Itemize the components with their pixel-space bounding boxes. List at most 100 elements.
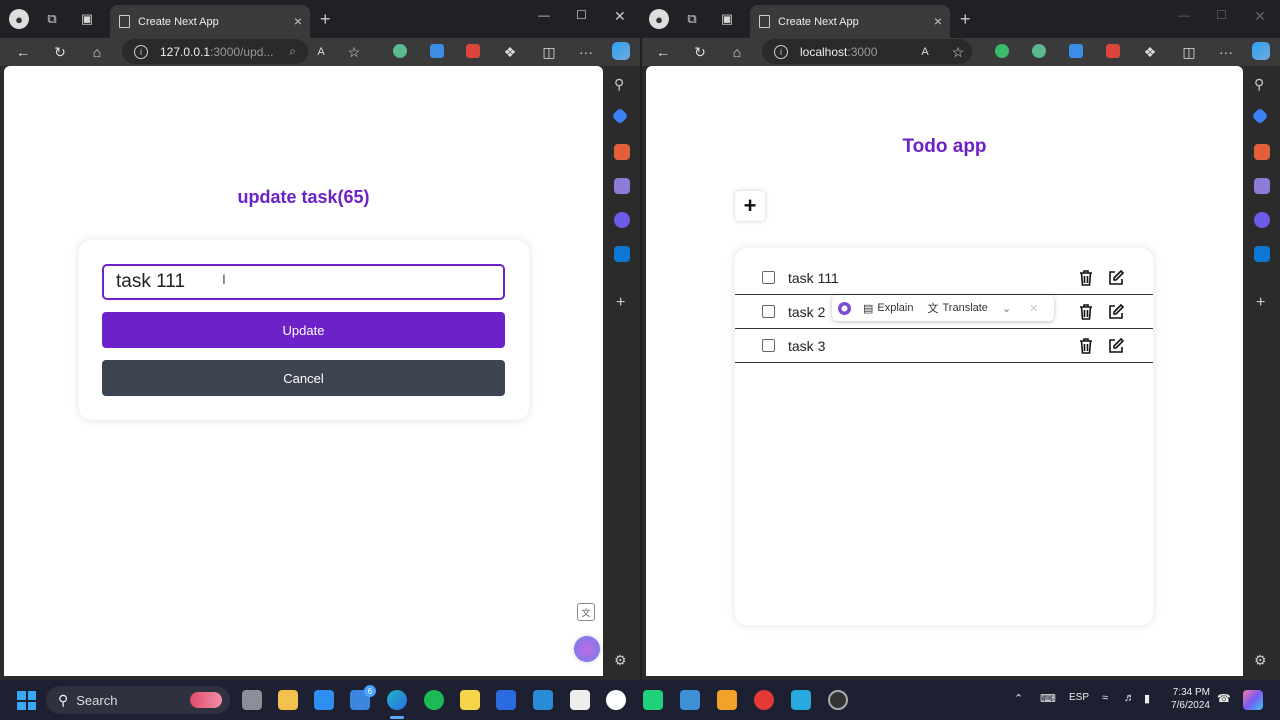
refresh-icon[interactable]: ↻ — [690, 42, 710, 62]
update-button[interactable]: Update — [102, 312, 505, 348]
trash-icon[interactable] — [1077, 303, 1095, 321]
minimize-button[interactable]: — — [1178, 8, 1190, 22]
battery-icon[interactable]: ▮ — [1144, 692, 1150, 705]
outlook-icon[interactable] — [1254, 246, 1270, 262]
extension-icon[interactable] — [430, 44, 444, 58]
sublime-icon[interactable] — [717, 690, 737, 710]
trash-icon[interactable] — [1077, 337, 1095, 355]
spotify-icon[interactable] — [424, 690, 444, 710]
search-icon[interactable]: ⚲ — [1254, 76, 1270, 92]
chevron-down-icon[interactable]: ⌄ — [1002, 302, 1011, 315]
trash-icon[interactable] — [1077, 269, 1095, 287]
extension-icon[interactable] — [393, 44, 407, 58]
copilot-icon[interactable] — [612, 42, 630, 60]
refresh-icon[interactable]: ↻ — [50, 42, 70, 62]
add-sidebar-icon[interactable]: + — [616, 294, 632, 311]
extension-icon[interactable] — [1106, 44, 1120, 58]
task-checkbox[interactable] — [762, 305, 775, 318]
copilot-sidebar-icon[interactable] — [614, 212, 630, 228]
extensions-puzzle-icon[interactable]: ❖ — [500, 42, 520, 62]
tab-create-next-app[interactable]: Create Next App × — [110, 5, 310, 38]
home-icon[interactable]: ⌂ — [87, 42, 107, 62]
info-icon[interactable]: i — [134, 44, 148, 59]
copilot-popup-icon[interactable] — [838, 301, 851, 315]
extensions-puzzle-icon[interactable]: ❖ — [1140, 42, 1160, 62]
back-icon[interactable]: ← — [13, 42, 33, 62]
address-bar[interactable]: i localhost:3000 — [762, 39, 972, 64]
obs-icon[interactable] — [828, 690, 848, 710]
close-window-button[interactable]: ✕ — [614, 8, 626, 25]
clion-icon[interactable] — [643, 690, 663, 710]
vscode-icon[interactable] — [533, 690, 553, 710]
github-icon[interactable] — [606, 690, 626, 710]
outlook-icon[interactable] — [614, 246, 630, 262]
favorite-star-icon[interactable]: ☆ — [948, 42, 968, 62]
search-icon[interactable]: ⚲ — [614, 76, 630, 92]
tab-create-next-app[interactable]: Create Next App × — [750, 5, 950, 38]
clock[interactable]: 7:34 PM 7/6/2024 — [1166, 686, 1210, 712]
games-icon[interactable] — [614, 178, 630, 194]
copilot-taskbar-icon[interactable] — [1243, 690, 1263, 710]
close-tab-icon[interactable]: × — [934, 13, 942, 29]
sticky-notes-icon[interactable] — [460, 690, 480, 710]
extension-icon[interactable] — [1069, 44, 1083, 58]
new-tab-button[interactable]: + — [320, 9, 331, 30]
extension-icon[interactable] — [1032, 44, 1046, 58]
volume-icon[interactable]: ♬ — [1124, 692, 1135, 704]
shopping-tag-icon[interactable] — [1251, 107, 1269, 125]
read-aloud-icon[interactable]: A — [311, 42, 331, 62]
youtube-music-icon[interactable] — [754, 690, 774, 710]
task-view-icon[interactable] — [242, 690, 262, 710]
games-icon[interactable] — [1254, 178, 1270, 194]
profile-icon[interactable]: ● — [9, 9, 29, 29]
task-input[interactable]: task 111 I — [102, 264, 505, 300]
task-checkbox[interactable] — [762, 339, 775, 352]
home-icon[interactable]: ⌂ — [727, 42, 747, 62]
calculator-icon[interactable] — [680, 690, 700, 710]
copilot-icon[interactable] — [1252, 42, 1270, 60]
workspaces-icon[interactable]: ⧉ — [42, 9, 62, 29]
chat-icon[interactable] — [570, 690, 590, 710]
sidebar-settings-icon[interactable]: ⚙ — [1254, 652, 1270, 668]
extension-icon[interactable] — [995, 44, 1009, 58]
zoom-icon[interactable]: ⌕ — [289, 44, 296, 59]
language-indicator[interactable]: ESP — [1069, 692, 1089, 703]
webstorm-icon[interactable] — [791, 690, 811, 710]
more-menu-icon[interactable]: ··· — [576, 42, 596, 62]
read-aloud-icon[interactable]: A — [915, 42, 935, 62]
close-tab-icon[interactable]: × — [294, 13, 302, 29]
tab-actions-icon[interactable]: ▣ — [77, 9, 97, 29]
address-bar[interactable]: i 127.0.0.1:3000/upd... ⌕ — [122, 39, 308, 64]
notification-bell-icon[interactable]: ☎ — [1217, 692, 1231, 705]
tools-icon[interactable] — [614, 144, 630, 160]
add-task-button[interactable]: + — [735, 191, 765, 221]
minimize-button[interactable]: — — [538, 8, 550, 22]
copilot-sidebar-icon[interactable] — [1254, 212, 1270, 228]
todo-icon[interactable] — [496, 690, 516, 710]
translate-icon[interactable]: 文 — [577, 603, 595, 621]
taskbar-search[interactable]: ⚲ Search — [46, 686, 230, 714]
edit-icon[interactable] — [1107, 303, 1125, 321]
maximize-button[interactable]: ☐ — [576, 8, 587, 22]
edit-icon[interactable] — [1107, 337, 1125, 355]
profile-icon[interactable]: ● — [649, 9, 669, 29]
add-sidebar-icon[interactable]: + — [1256, 294, 1272, 311]
new-tab-button[interactable]: + — [960, 9, 971, 30]
file-explorer-icon[interactable] — [278, 690, 298, 710]
wifi-icon[interactable]: ≈ — [1102, 692, 1108, 704]
translate-button[interactable]: Translate — [942, 302, 987, 314]
ai-brain-icon[interactable] — [574, 636, 600, 662]
extension-icon[interactable] — [466, 44, 480, 58]
close-window-button[interactable]: ✕ — [1254, 8, 1266, 25]
cancel-button[interactable]: Cancel — [102, 360, 505, 396]
split-screen-icon[interactable]: ◫ — [1179, 42, 1199, 62]
shopping-tag-icon[interactable] — [611, 107, 629, 125]
tools-icon[interactable] — [1254, 144, 1270, 160]
workspaces-icon[interactable]: ⧉ — [682, 9, 702, 29]
favorite-star-icon[interactable]: ☆ — [344, 42, 364, 62]
maximize-button[interactable]: ☐ — [1216, 8, 1227, 22]
edge-icon[interactable] — [387, 690, 407, 710]
info-icon[interactable]: i — [774, 44, 788, 59]
back-icon[interactable]: ← — [653, 42, 673, 62]
close-icon[interactable]: ✕ — [1029, 302, 1038, 315]
